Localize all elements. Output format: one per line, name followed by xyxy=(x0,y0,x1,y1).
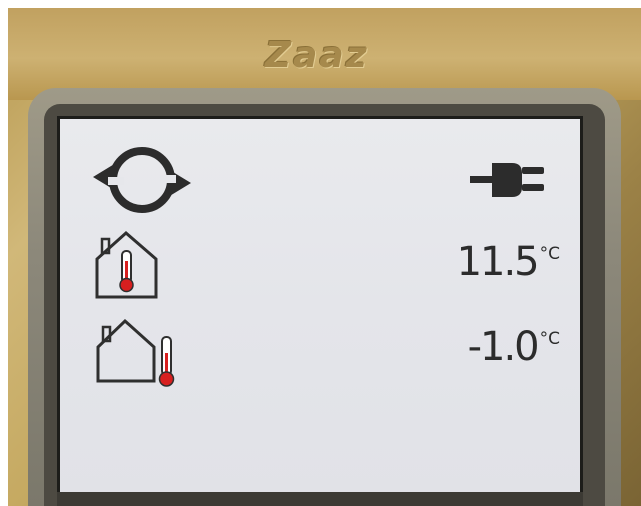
indoor-temperature-reading: 11.5 °C xyxy=(457,240,560,284)
outdoor-temperature-icon xyxy=(96,318,175,387)
outdoor-temperature-unit: °C xyxy=(539,329,560,349)
outdoor-temperature-reading: -1.0 °C xyxy=(468,325,560,369)
indoor-temperature-icon xyxy=(95,231,158,299)
display-screen: 11.5 °C -1.0 °C xyxy=(57,116,583,498)
outdoor-temperature-value: -1.0 xyxy=(467,324,540,370)
indoor-temperature-unit: °C xyxy=(539,244,560,264)
power-plug-icon xyxy=(470,163,544,197)
indoor-temperature-value: 11.5 xyxy=(456,239,540,285)
screen-bottom-edge xyxy=(57,492,583,506)
refresh-cycle-icon[interactable] xyxy=(90,139,194,221)
brand-logo: Zaaz xyxy=(265,35,369,76)
photo-frame: Zaaz 11.5 °C -1.0 °C xyxy=(0,0,641,506)
